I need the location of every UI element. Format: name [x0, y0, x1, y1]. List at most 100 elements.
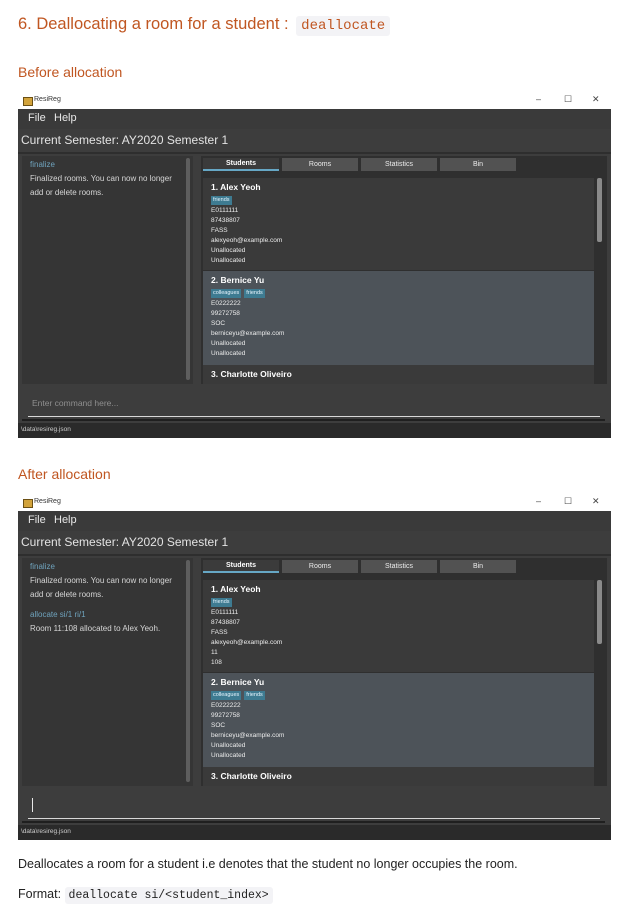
tab-bin[interactable]: Bin [440, 560, 516, 573]
tab-bar: Students Rooms Statistics Bin [201, 558, 607, 576]
divider [18, 152, 611, 154]
description-paragraph: Deallocates a room for a student i.e den… [18, 857, 518, 871]
status-file-path: \data\resireg.json [21, 828, 71, 835]
menu-help[interactable]: Help [54, 112, 77, 124]
result-scrollbar[interactable] [186, 158, 190, 380]
format-code: deallocate si/<student_index> [64, 887, 273, 904]
maximize-icon[interactable]: ☐ [564, 94, 572, 105]
student-name: 2. Bernice Yu [211, 677, 265, 687]
student-card[interactable]: 2. Bernice Yu colleagues friends E0222222… [203, 673, 594, 767]
command-input-caret[interactable] [32, 798, 33, 812]
result-command: allocate si/1 ri/1 [30, 610, 86, 619]
divider [18, 554, 611, 556]
result-message: Finalized rooms. You can now no longer a… [30, 576, 172, 599]
tag-friends: friends [211, 598, 232, 607]
tab-bar: Students Rooms Statistics Bin [201, 156, 607, 174]
command-underline [28, 818, 600, 819]
menu-help[interactable]: Help [54, 514, 77, 526]
window-titlebar: ResiReg – ☐ ✕ [18, 495, 611, 511]
tab-rooms[interactable]: Rooms [282, 560, 358, 573]
menu-file[interactable]: File [28, 514, 46, 526]
menu-file[interactable]: File [28, 112, 46, 124]
student-name: 1. Alex Yeoh [211, 584, 261, 594]
tab-students[interactable]: Students [203, 560, 279, 573]
student-faculty: FASS [211, 227, 228, 234]
app-window-after: ResiReg – ☐ ✕ File Help Current Semester… [18, 495, 611, 840]
command-underline [28, 416, 600, 417]
student-id: E0111111 [211, 207, 239, 214]
tab-statistics[interactable]: Statistics [361, 560, 437, 573]
student-room: 108 [211, 659, 222, 666]
student-card[interactable]: 1. Alex Yeoh friends E0111111 87438807 F… [203, 580, 594, 672]
result-display: finalize Finalized rooms. You can now no… [22, 558, 193, 786]
status-file-path: \data\resireg.json [21, 426, 71, 433]
tab-statistics[interactable]: Statistics [361, 158, 437, 171]
after-allocation-label: After allocation [18, 466, 111, 482]
format-paragraph: Format: deallocate si/<student_index> [18, 887, 273, 904]
student-tags: colleagues friends [211, 691, 268, 700]
minimize-icon[interactable]: – [536, 496, 541, 506]
student-room: Unallocated [211, 257, 246, 264]
tag-colleagues: colleagues [211, 691, 242, 700]
student-tags: friends [211, 598, 235, 607]
student-phone: 99272758 [211, 712, 240, 719]
result-command: finalize [30, 160, 55, 169]
result-message: Room 11:108 allocated to Alex Yeoh. [30, 624, 161, 633]
student-faculty: SOC [211, 320, 226, 327]
student-faculty: SOC [211, 722, 226, 729]
student-list: 1. Alex Yeoh friends E0111111 87438807 F… [201, 576, 607, 786]
minimize-icon[interactable]: – [536, 94, 541, 104]
student-card[interactable]: 3. Charlotte Oliveiro [203, 767, 594, 786]
result-scrollbar[interactable] [186, 560, 190, 782]
student-card[interactable]: 3. Charlotte Oliveiro [203, 365, 594, 384]
format-label: Format: [18, 887, 62, 901]
menu-bar: File Help [18, 109, 611, 129]
current-semester-label: Current Semester: AY2020 Semester 1 [21, 535, 229, 549]
student-card[interactable]: 1. Alex Yeoh friends E0111111 87438807 F… [203, 178, 594, 270]
command-input[interactable]: Enter command here... [32, 398, 118, 408]
menu-bar: File Help [18, 511, 611, 531]
student-list: 1. Alex Yeoh friends E0111111 87438807 F… [201, 174, 607, 384]
section-heading-code: deallocate [296, 16, 391, 36]
maximize-icon[interactable]: ☐ [564, 496, 572, 507]
student-card[interactable]: 2. Bernice Yu colleagues friends E0222222… [203, 271, 594, 365]
tab-rooms[interactable]: Rooms [282, 158, 358, 171]
student-list-scrollbar[interactable] [597, 178, 602, 242]
before-allocation-label: Before allocation [18, 64, 123, 80]
student-room: Unallocated [211, 752, 246, 759]
tab-students[interactable]: Students [203, 158, 279, 171]
window-titlebar: ResiReg – ☐ ✕ [18, 93, 611, 109]
status-bar: \data\resireg.json [18, 423, 611, 438]
student-floor: Unallocated [211, 247, 246, 254]
command-box[interactable] [22, 790, 605, 823]
current-semester-label: Current Semester: AY2020 Semester 1 [21, 133, 229, 147]
window-title: ResiReg [34, 96, 61, 103]
student-email: alexyeoh@example.com [211, 639, 283, 646]
student-room: Unallocated [211, 350, 246, 357]
student-tags: colleagues friends [211, 289, 268, 298]
student-name: 3. Charlotte Oliveiro [211, 369, 292, 379]
result-message: Finalized rooms. You can now no longer a… [30, 174, 172, 197]
student-email: berniceyu@example.com [211, 330, 285, 337]
close-icon[interactable]: ✕ [592, 496, 600, 507]
section-heading-text: 6. Deallocating a room for a student : [18, 15, 289, 33]
status-bar: \data\resireg.json [18, 825, 611, 840]
command-box[interactable]: Enter command here... [22, 388, 605, 421]
student-tags: friends [211, 196, 235, 205]
tab-bin[interactable]: Bin [440, 158, 516, 171]
student-phone: 99272758 [211, 310, 240, 317]
student-name: 1. Alex Yeoh [211, 182, 261, 192]
student-floor: 11 [211, 649, 218, 656]
close-icon[interactable]: ✕ [592, 94, 600, 105]
window-title: ResiReg [34, 498, 61, 505]
student-floor: Unallocated [211, 742, 246, 749]
student-name: 3. Charlotte Oliveiro [211, 771, 292, 781]
app-window-before: ResiReg – ☐ ✕ File Help Current Semester… [18, 93, 611, 438]
student-id: E0222222 [211, 702, 241, 709]
tag-friends: friends [211, 196, 232, 205]
app-icon [23, 499, 33, 508]
tag-friends: friends [244, 691, 265, 700]
result-display: finalize Finalized rooms. You can now no… [22, 156, 193, 384]
student-list-scrollbar[interactable] [597, 580, 602, 644]
student-id: E0111111 [211, 609, 239, 616]
